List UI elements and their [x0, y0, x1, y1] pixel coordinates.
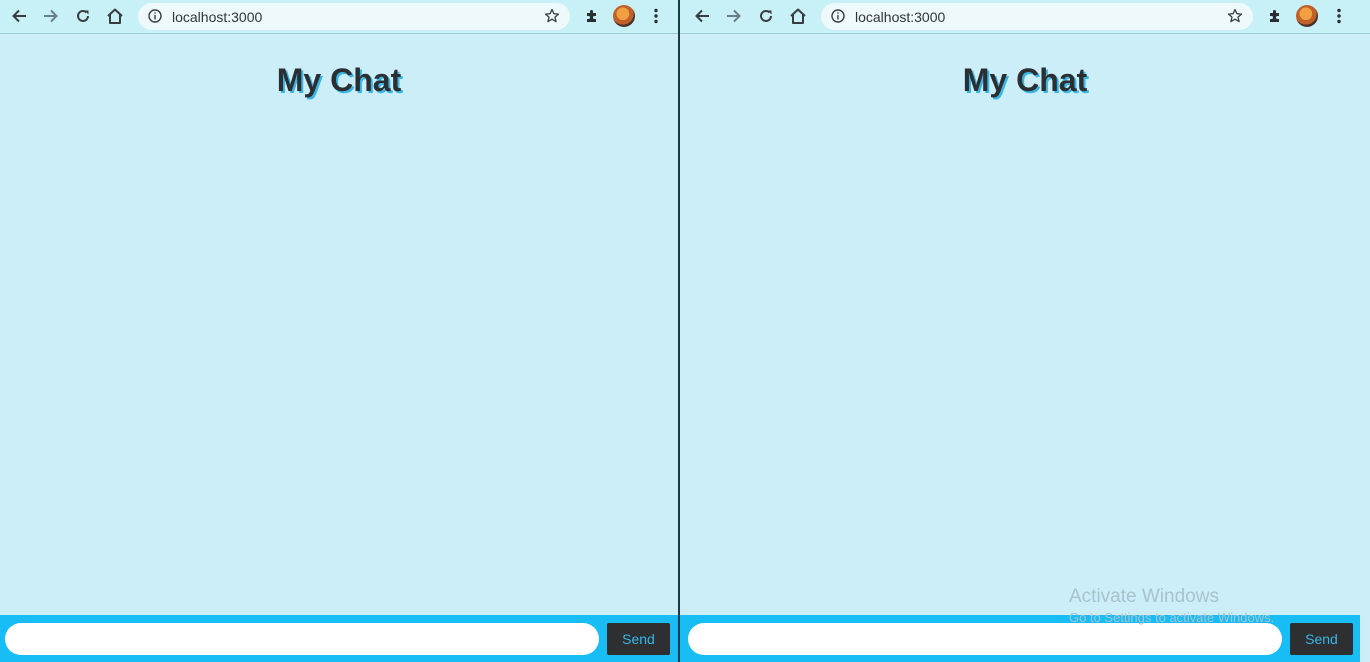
extensions-puzzle-icon[interactable]: [1263, 5, 1287, 27]
browser-window-right: localhost:3000 My Chat Send: [680, 0, 1370, 662]
activate-windows-watermark: Activate Windows Go to Settings to activ…: [1069, 586, 1274, 625]
send-button[interactable]: Send: [1290, 623, 1353, 655]
bookmark-star-icon[interactable]: [544, 8, 560, 29]
browser-toolbar: localhost:3000: [680, 0, 1370, 34]
info-icon[interactable]: [148, 9, 162, 28]
address-url: localhost:3000: [855, 9, 946, 25]
reload-icon[interactable]: [754, 5, 778, 27]
address-bar[interactable]: localhost:3000: [138, 3, 570, 30]
forward-icon[interactable]: [39, 5, 63, 27]
address-bar[interactable]: localhost:3000: [821, 3, 1253, 30]
page-title: My Chat: [962, 62, 1088, 98]
page-title: My Chat: [276, 62, 402, 98]
bookmark-star-icon[interactable]: [1227, 8, 1243, 29]
browser-toolbar: localhost:3000: [0, 0, 678, 34]
message-bar: Send: [0, 615, 678, 662]
profile-avatar[interactable]: [1296, 5, 1318, 27]
send-button[interactable]: Send: [607, 623, 670, 655]
menu-kebab-icon[interactable]: [1327, 5, 1351, 27]
profile-avatar[interactable]: [613, 5, 635, 27]
back-icon[interactable]: [7, 5, 31, 27]
watermark-subtitle: Go to Settings to activate Windows.: [1069, 610, 1275, 625]
home-icon[interactable]: [786, 5, 810, 27]
home-icon[interactable]: [103, 5, 127, 27]
menu-kebab-icon[interactable]: [644, 5, 668, 27]
browser-window-left: localhost:3000 My Chat Send: [0, 0, 678, 662]
watermark-title: Activate Windows: [1069, 586, 1219, 607]
back-icon[interactable]: [690, 5, 714, 27]
forward-icon[interactable]: [722, 5, 746, 27]
message-input[interactable]: [688, 623, 1282, 655]
address-url: localhost:3000: [172, 9, 263, 25]
message-input[interactable]: [5, 623, 599, 655]
info-icon[interactable]: [831, 9, 845, 28]
extensions-puzzle-icon[interactable]: [580, 5, 604, 27]
reload-icon[interactable]: [71, 5, 95, 27]
